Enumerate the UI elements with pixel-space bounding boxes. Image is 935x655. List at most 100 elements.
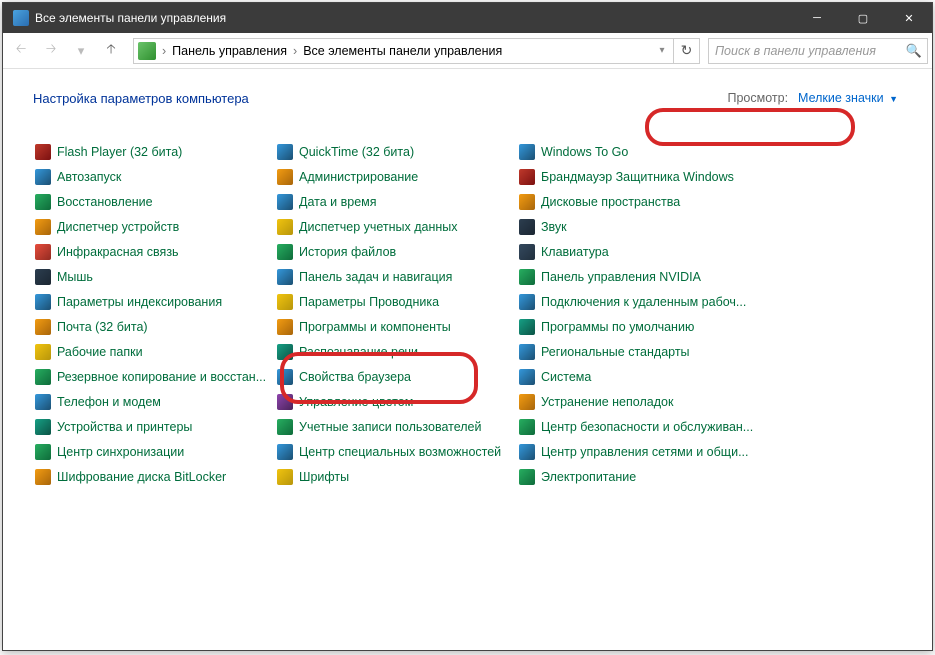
back-button[interactable]: 🡠 <box>7 37 35 65</box>
control-panel-item[interactable]: Дисковые пространства <box>517 189 755 214</box>
control-panel-item[interactable]: Устройства и принтеры <box>33 414 271 439</box>
search-icon[interactable]: 🔍 <box>901 43 927 59</box>
item-label: Дата и время <box>299 195 377 209</box>
item-label: Программы по умолчанию <box>541 320 694 334</box>
file-history-icon <box>277 244 293 260</box>
control-panel-item[interactable]: Распознавание речи <box>275 339 513 364</box>
control-panel-item[interactable]: Flash Player (32 бита) <box>33 139 271 164</box>
control-panel-item[interactable]: Панель задач и навигация <box>275 264 513 289</box>
item-label: Учетные записи пользователей <box>299 420 482 434</box>
item-label: Восстановление <box>57 195 153 209</box>
control-panel-item[interactable]: Панель управления NVIDIA <box>517 264 755 289</box>
item-label: Параметры Проводника <box>299 295 439 309</box>
control-panel-item[interactable]: Рабочие папки <box>33 339 271 364</box>
item-label: Центр специальных возможностей <box>299 445 501 459</box>
chevron-down-icon: ▼ <box>889 94 898 104</box>
control-panel-item[interactable]: Брандмауэр Защитника Windows <box>517 164 755 189</box>
minimize-button[interactable]: ─ <box>794 3 840 33</box>
troubleshooting-icon <box>519 394 535 410</box>
item-label: Мышь <box>57 270 93 284</box>
network-sharing-icon <box>519 444 535 460</box>
control-panel-item[interactable]: Центр специальных возможностей <box>275 439 513 464</box>
region-icon <box>519 344 535 360</box>
chevron-right-icon[interactable]: › <box>160 44 168 58</box>
item-label: Региональные стандарты <box>541 345 690 359</box>
control-panel-item[interactable]: Программы по умолчанию <box>517 314 755 339</box>
windows-to-go-icon <box>519 144 535 160</box>
control-panel-item[interactable]: Шрифты <box>275 464 513 489</box>
search-input[interactable] <box>709 44 901 58</box>
view-value[interactable]: Мелкие значки ▼ <box>798 91 898 105</box>
item-label: Дисковые пространства <box>541 195 680 209</box>
breadcrumb-current[interactable]: Все элементы панели управления <box>299 44 506 58</box>
item-label: Почта (32 бита) <box>57 320 148 334</box>
item-label: Телефон и модем <box>57 395 161 409</box>
view-selector[interactable]: Просмотр: Мелкие значки ▼ <box>711 87 914 109</box>
control-panel-item[interactable]: Windows To Go <box>517 139 755 164</box>
item-label: Клавиатура <box>541 245 609 259</box>
control-panel-item[interactable]: Инфракрасная связь <box>33 239 271 264</box>
control-panel-item[interactable]: Шифрование диска BitLocker <box>33 464 271 489</box>
control-panel-item[interactable]: Учетные записи пользователей <box>275 414 513 439</box>
control-panel-item[interactable]: История файлов <box>275 239 513 264</box>
control-panel-item[interactable]: Мышь <box>33 264 271 289</box>
control-panel-item[interactable]: Параметры Проводника <box>275 289 513 314</box>
speech-icon <box>277 344 293 360</box>
forward-button[interactable]: 🡢 <box>37 37 65 65</box>
address-bar[interactable]: › Панель управления › Все элементы панел… <box>133 38 700 64</box>
control-panel-item[interactable]: QuickTime (32 бита) <box>275 139 513 164</box>
control-panel-item[interactable]: Диспетчер устройств <box>33 214 271 239</box>
item-label: Центр синхронизации <box>57 445 184 459</box>
item-label: Панель управления NVIDIA <box>541 270 701 284</box>
control-panel-item[interactable]: Центр управления сетями и общи... <box>517 439 755 464</box>
flash-icon <box>35 144 51 160</box>
control-panel-item[interactable]: Телефон и модем <box>33 389 271 414</box>
bitlocker-icon <box>35 469 51 485</box>
control-panel-item[interactable]: Клавиатура <box>517 239 755 264</box>
control-panel-item[interactable]: Звук <box>517 214 755 239</box>
control-panel-item[interactable]: Электропитание <box>517 464 755 489</box>
refresh-button[interactable]: ↻ <box>673 39 699 63</box>
item-label: Параметры индексирования <box>57 295 222 309</box>
items-grid: Flash Player (32 бита)QuickTime (32 бита… <box>33 139 914 489</box>
explorer-options-icon <box>277 294 293 310</box>
control-panel-item[interactable]: Устранение неполадок <box>517 389 755 414</box>
address-history-button[interactable]: ▾ <box>651 37 673 65</box>
search-box[interactable]: 🔍 <box>708 38 928 64</box>
breadcrumb-root[interactable]: Панель управления <box>168 44 291 58</box>
control-panel-item[interactable]: Программы и компоненты <box>275 314 513 339</box>
control-panel-item[interactable]: Центр синхронизации <box>33 439 271 464</box>
keyboard-icon <box>519 244 535 260</box>
control-panel-item[interactable]: Центр безопасности и обслуживан... <box>517 414 755 439</box>
control-panel-item[interactable]: Параметры индексирования <box>33 289 271 314</box>
default-programs-icon <box>519 319 535 335</box>
item-label: Программы и компоненты <box>299 320 451 334</box>
control-panel-item[interactable]: Диспетчер учетных данных <box>275 214 513 239</box>
recent-locations-button[interactable]: ▾ <box>67 37 95 65</box>
maximize-button[interactable]: ▢ <box>840 3 886 33</box>
location-icon <box>138 42 156 60</box>
control-panel-item[interactable]: Свойства браузера <box>275 364 513 389</box>
item-label: Шрифты <box>299 470 349 484</box>
control-panel-item[interactable]: Система <box>517 364 755 389</box>
control-panel-item[interactable]: Восстановление <box>33 189 271 214</box>
view-label: Просмотр: <box>727 91 788 105</box>
control-panel-item[interactable]: Подключения к удаленным рабоч... <box>517 289 755 314</box>
item-label: Диспетчер устройств <box>57 220 179 234</box>
item-label: Рабочие папки <box>57 345 143 359</box>
titlebar[interactable]: Все элементы панели управления ─ ▢ ✕ <box>3 3 932 33</box>
devices-printers-icon <box>35 419 51 435</box>
control-panel-item[interactable]: Дата и время <box>275 189 513 214</box>
control-panel-item[interactable]: Управление цветом <box>275 389 513 414</box>
control-panel-item[interactable]: Администрирование <box>275 164 513 189</box>
security-maintenance-icon <box>519 419 535 435</box>
control-panel-item[interactable]: Резервное копирование и восстан... <box>33 364 271 389</box>
chevron-right-icon[interactable]: › <box>291 44 299 58</box>
up-button[interactable]: 🡡 <box>97 37 125 65</box>
control-panel-item[interactable]: Региональные стандарты <box>517 339 755 364</box>
item-label: Автозапуск <box>57 170 121 184</box>
control-panel-item[interactable]: Почта (32 бита) <box>33 314 271 339</box>
close-button[interactable]: ✕ <box>886 3 932 33</box>
control-panel-item[interactable]: Автозапуск <box>33 164 271 189</box>
indexing-icon <box>35 294 51 310</box>
